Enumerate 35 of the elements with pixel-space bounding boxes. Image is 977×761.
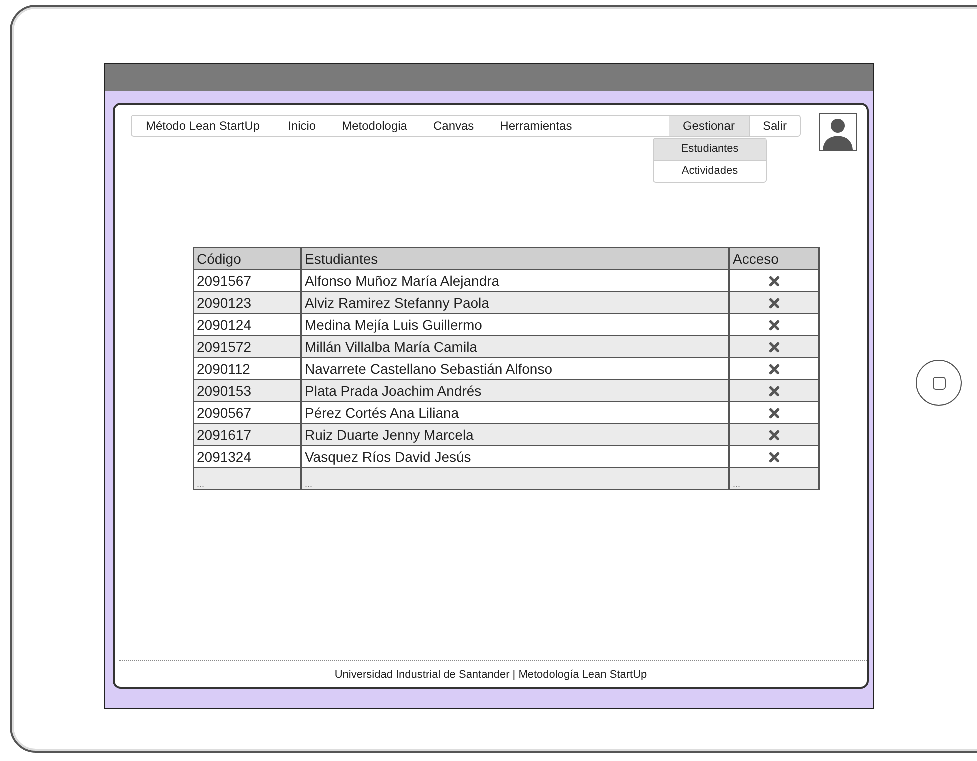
- close-icon[interactable]: [768, 320, 780, 332]
- close-icon[interactable]: [768, 364, 780, 376]
- column-header: Estudiantes: [301, 248, 729, 270]
- table-cell: 2091617: [194, 424, 301, 446]
- column-header: Código: [194, 248, 301, 270]
- close-icon[interactable]: [768, 452, 780, 464]
- nav-item[interactable]: Gestionar: [668, 116, 749, 136]
- footer-text: Universidad Industrial de Santander | Metodología Lean StartUp: [334, 668, 648, 681]
- table-cell: 2091572: [194, 336, 301, 358]
- close-icon[interactable]: [768, 386, 780, 398]
- table-cell: Alviz Ramirez Stefanny Paola: [301, 292, 729, 314]
- table-cell: ...: [194, 468, 301, 490]
- column-header: Acceso: [729, 248, 819, 270]
- table-cell: Ruiz Duarte Jenny Marcela: [301, 424, 729, 446]
- dropdown-item[interactable]: Estudiantes: [654, 139, 766, 160]
- table-cell: 2090123: [194, 292, 301, 314]
- close-icon[interactable]: [768, 342, 780, 354]
- table-cell: Millán Villalba María Camila: [301, 336, 729, 358]
- nav-item[interactable]: Inicio: [275, 116, 330, 136]
- close-icon[interactable]: [768, 298, 780, 310]
- nav-item[interactable]: Metodologia: [329, 116, 420, 136]
- avatar-icon[interactable]: [819, 113, 857, 151]
- dropdown-item[interactable]: Actividades: [654, 160, 766, 182]
- home-button[interactable]: [916, 360, 962, 406]
- nav-item[interactable]: Canvas: [420, 116, 488, 136]
- table-cell: ...: [733, 479, 741, 489]
- nav-item[interactable]: Herramientas: [487, 116, 572, 136]
- table-cell: ...: [301, 468, 729, 490]
- nav-item[interactable]: Salir: [748, 116, 800, 136]
- close-icon[interactable]: [768, 408, 780, 420]
- close-icon[interactable]: [768, 276, 780, 288]
- table-cell: Plata Prada Joachim Andrés: [301, 380, 729, 402]
- brand-link[interactable]: Método Lean StartUp: [132, 116, 276, 136]
- close-icon[interactable]: [768, 430, 780, 442]
- table-cell: 2090153: [194, 380, 301, 402]
